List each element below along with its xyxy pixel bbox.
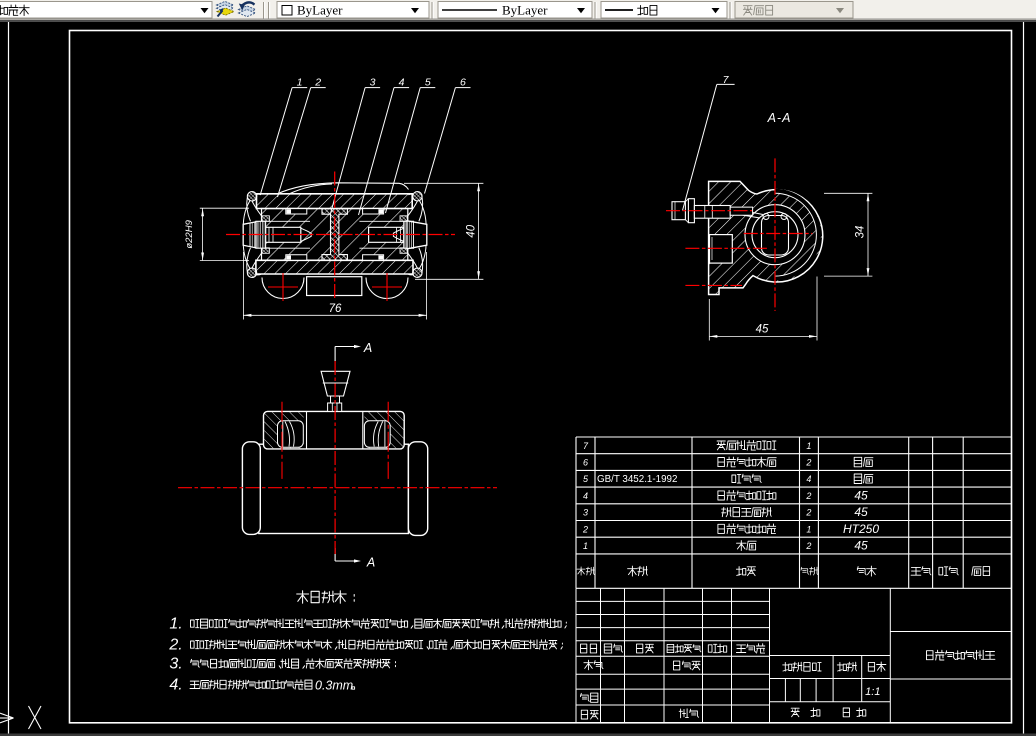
svg-text:1: 1 bbox=[806, 524, 811, 534]
svg-text:3: 3 bbox=[583, 508, 588, 518]
svg-text:5: 5 bbox=[425, 77, 431, 89]
svg-text:0.3mm: 0.3mm bbox=[315, 679, 353, 693]
svg-text:40: 40 bbox=[466, 224, 478, 237]
svg-text:GB/T 3452.1-1992: GB/T 3452.1-1992 bbox=[597, 474, 677, 485]
svg-text:2: 2 bbox=[805, 508, 811, 518]
svg-text:2: 2 bbox=[314, 77, 321, 89]
svg-text:6: 6 bbox=[583, 458, 588, 468]
svg-text:6: 6 bbox=[460, 77, 466, 89]
svg-text:2: 2 bbox=[805, 458, 811, 468]
svg-text:4.: 4. bbox=[169, 677, 182, 694]
svg-text:34: 34 bbox=[855, 226, 867, 239]
svg-text:ø22H9: ø22H9 bbox=[184, 219, 195, 248]
svg-text:1: 1 bbox=[297, 77, 303, 89]
svg-text:45: 45 bbox=[854, 489, 868, 503]
svg-text:3.: 3. bbox=[169, 656, 182, 673]
svg-text:76: 76 bbox=[329, 303, 342, 315]
svg-text:A: A bbox=[363, 341, 372, 355]
svg-text:4: 4 bbox=[806, 474, 811, 484]
svg-text:A: A bbox=[366, 556, 375, 570]
svg-text:4: 4 bbox=[399, 77, 405, 89]
svg-text:A-A: A-A bbox=[767, 111, 792, 125]
svg-text:2: 2 bbox=[805, 491, 811, 501]
svg-text:45: 45 bbox=[854, 505, 868, 519]
svg-text:HT250: HT250 bbox=[843, 522, 879, 536]
svg-text:3: 3 bbox=[370, 77, 376, 89]
svg-text:4: 4 bbox=[583, 491, 588, 501]
svg-text:45: 45 bbox=[854, 539, 868, 553]
svg-text:ByLayer: ByLayer bbox=[502, 3, 548, 18]
svg-text:1:1: 1:1 bbox=[865, 686, 880, 698]
svg-text:2: 2 bbox=[582, 524, 588, 534]
svg-text:2: 2 bbox=[805, 541, 811, 551]
svg-text:1: 1 bbox=[806, 441, 811, 451]
svg-text:1: 1 bbox=[583, 541, 588, 551]
svg-text:1.: 1. bbox=[169, 616, 182, 633]
svg-text:2.: 2. bbox=[168, 637, 182, 654]
svg-text:45: 45 bbox=[756, 324, 769, 336]
svg-text:ByLayer: ByLayer bbox=[297, 3, 343, 18]
